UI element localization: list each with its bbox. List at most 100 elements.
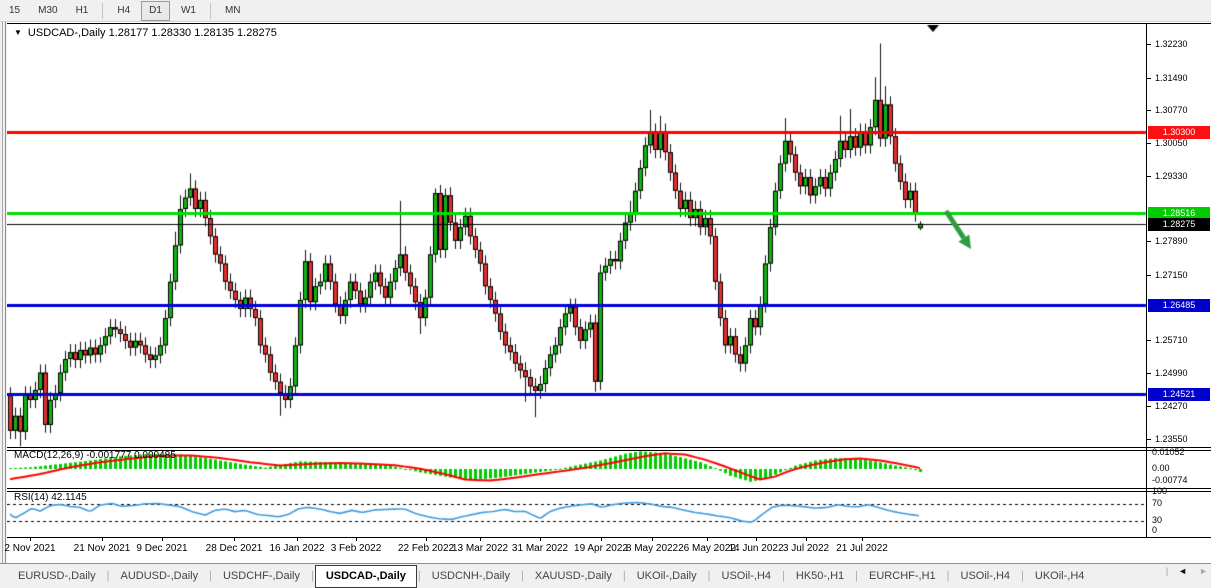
timeframe-button-h4[interactable]: H4 — [108, 0, 139, 22]
chart-tab-bar: EURUSD-,Daily | AUDUSD-,Daily | USDCHF-,Dail… — [0, 563, 1211, 588]
date-axis-label: 21 Nov 2021 — [73, 543, 131, 554]
chart-tab-usdchf-daily[interactable]: USDCHF-,Daily — [213, 564, 310, 588]
chart-tab-usoil-h4[interactable]: USOil-,H4 — [712, 564, 782, 588]
date-axis-label: 8 May 2022 — [625, 543, 679, 554]
chart-tab-ukoil-daily[interactable]: UKOil-,Daily — [627, 564, 707, 588]
price-tick — [1147, 406, 1151, 407]
date-axis-label: 28 Dec 2021 — [205, 543, 263, 554]
chart-tab-eurusd-daily[interactable]: EURUSD-,Daily — [8, 564, 106, 588]
date-tick — [426, 537, 427, 541]
date-axis-label: 9 Dec 2021 — [136, 543, 188, 554]
price-axis-tick-label: 1.27890 — [1155, 236, 1188, 246]
date-tick — [756, 537, 757, 541]
window-left-frame — [0, 22, 7, 588]
macd-panel-canvas[interactable] — [7, 449, 1147, 488]
date-axis-label: 2 Nov 2021 — [4, 543, 56, 554]
price-axis-tick-label: 1.32230 — [1155, 39, 1188, 49]
date-axis-label: 21 Jul 2022 — [836, 543, 888, 554]
chart-tab-usdcnh-daily[interactable]: USDCNH-,Daily — [422, 564, 520, 588]
date-axis-label: 19 Apr 2022 — [574, 543, 628, 554]
macd-bottom-border — [7, 488, 1211, 489]
date-tick — [806, 537, 807, 541]
chart-bottom-border — [7, 447, 1211, 448]
date-axis-label: 14 Jun 2022 — [728, 543, 784, 554]
timeframe-button-w1[interactable]: W1 — [172, 0, 205, 22]
price-axis-separator[interactable] — [1146, 23, 1147, 537]
date-tick — [162, 537, 163, 541]
date-tick — [601, 537, 602, 541]
price-tick — [1147, 275, 1151, 276]
macd-top-border[interactable] — [7, 450, 1211, 451]
rsi-axis-label: 100 — [1152, 486, 1168, 496]
chart-tab-audusd-daily[interactable]: AUDUSD-,Daily — [110, 564, 208, 588]
chart-title: ▼ USDCAD-,Daily 1.28177 1.28330 1.28135 1… — [14, 27, 277, 39]
price-tick — [1147, 340, 1151, 341]
timeframe-button-d1[interactable]: D1 — [141, 0, 170, 21]
toolbar-separator — [102, 2, 104, 19]
rsi-name: RSI(14) — [14, 492, 49, 503]
tab-scroll-right-icon[interactable]: ► — [1199, 566, 1208, 576]
date-tick — [707, 537, 708, 541]
rsi-axis-label: 0 — [1152, 525, 1158, 535]
macd-axis-label: 0.01052 — [1152, 447, 1185, 457]
timeframe-button-m30[interactable]: M30 — [29, 0, 66, 22]
price-axis-tick-label: 1.29330 — [1155, 171, 1188, 181]
price-tick — [1147, 44, 1151, 45]
macd-axis-label: -0.00774 — [1152, 475, 1188, 485]
chart-tab-xauusd-daily[interactable]: XAUUSD-,Daily — [525, 564, 622, 588]
tab-scroll-left-icon[interactable]: ◄ — [1178, 566, 1187, 576]
timeframe-toolbar: 15 M30 H1 H4 D1 W1 MN — [0, 0, 1211, 22]
chart-tab-ukoil-h4[interactable]: UKOil-,H4 — [1025, 564, 1095, 588]
date-tick — [234, 537, 235, 541]
price-axis-tick-label: 1.24990 — [1155, 368, 1188, 378]
toolbar-separator — [209, 2, 211, 19]
date-axis-label: 13 Mar 2022 — [451, 543, 509, 554]
rsi-panel-canvas[interactable] — [7, 490, 1147, 537]
application-window: 15 M30 H1 H4 D1 W1 MN ▼ USDCAD-,Daily 1.28177 1… — [0, 0, 1211, 588]
date-tick — [297, 537, 298, 541]
price-tick — [1147, 373, 1151, 374]
tab-scroll-controls: | ◄ ► — [1159, 566, 1208, 576]
timeframe-button-mn[interactable]: MN — [216, 0, 250, 22]
price-axis-tick-label: 1.30050 — [1155, 138, 1188, 148]
timeframe-button-h1[interactable]: H1 — [67, 0, 98, 22]
tab-scroll-separator: | — [1165, 566, 1169, 576]
date-tick — [30, 537, 31, 541]
chevron-down-icon[interactable]: ▼ — [14, 28, 22, 37]
date-tick — [652, 537, 653, 541]
price-chart-canvas[interactable] — [7, 23, 1147, 448]
chart-top-border — [7, 23, 1211, 24]
rsi-top-border[interactable] — [7, 491, 1211, 492]
rsi-value: 42.1145 — [51, 492, 87, 503]
rsi-indicator-label: RSI(14) 42.1145 — [14, 492, 87, 503]
price-tick — [1147, 143, 1151, 144]
chart-tab-usoil-h4[interactable]: USOil-,H4 — [951, 564, 1021, 588]
price-tick — [1147, 176, 1151, 177]
chart-title-text: USDCAD-,Daily 1.28177 1.28330 1.28135 1.… — [27, 27, 277, 39]
price-axis-tick-label: 1.31490 — [1155, 73, 1188, 83]
price-badge: 1.26485 — [1148, 299, 1210, 312]
date-tick — [862, 537, 863, 541]
price-badge: 1.24521 — [1148, 388, 1210, 401]
date-axis-label: 3 Jul 2022 — [782, 543, 830, 554]
date-tick — [540, 537, 541, 541]
macd-name: MACD(12,26,9) — [14, 450, 84, 461]
price-tick — [1147, 241, 1151, 242]
price-axis-tick-label: 1.24270 — [1155, 401, 1188, 411]
price-axis-tick-label: 1.30770 — [1155, 105, 1188, 115]
macd-axis-label: 0.00 — [1152, 463, 1170, 473]
price-axis-tick-label: 1.27150 — [1155, 270, 1188, 280]
macd-value-main: -0.001777 — [86, 450, 132, 461]
price-badge: 1.28275 — [1148, 218, 1210, 231]
rsi-axis-label: 30 — [1152, 515, 1163, 525]
chart-tab-eurchf-h1[interactable]: EURCHF-,H1 — [859, 564, 946, 588]
chart-tab-usdcad-daily[interactable]: USDCAD-,Daily — [314, 564, 417, 588]
date-axis-label: 3 Feb 2022 — [330, 543, 382, 554]
price-axis-tick-label: 1.23550 — [1155, 434, 1188, 444]
chart-tab-hk50-h1[interactable]: HK50-,H1 — [786, 564, 854, 588]
date-tick — [356, 537, 357, 541]
price-tick — [1147, 78, 1151, 79]
timeframe-button-15[interactable]: 15 — [0, 0, 29, 22]
rsi-bottom-border — [7, 537, 1211, 538]
macd-indicator-label: MACD(12,26,9) -0.001777 0.000485 — [14, 450, 176, 461]
